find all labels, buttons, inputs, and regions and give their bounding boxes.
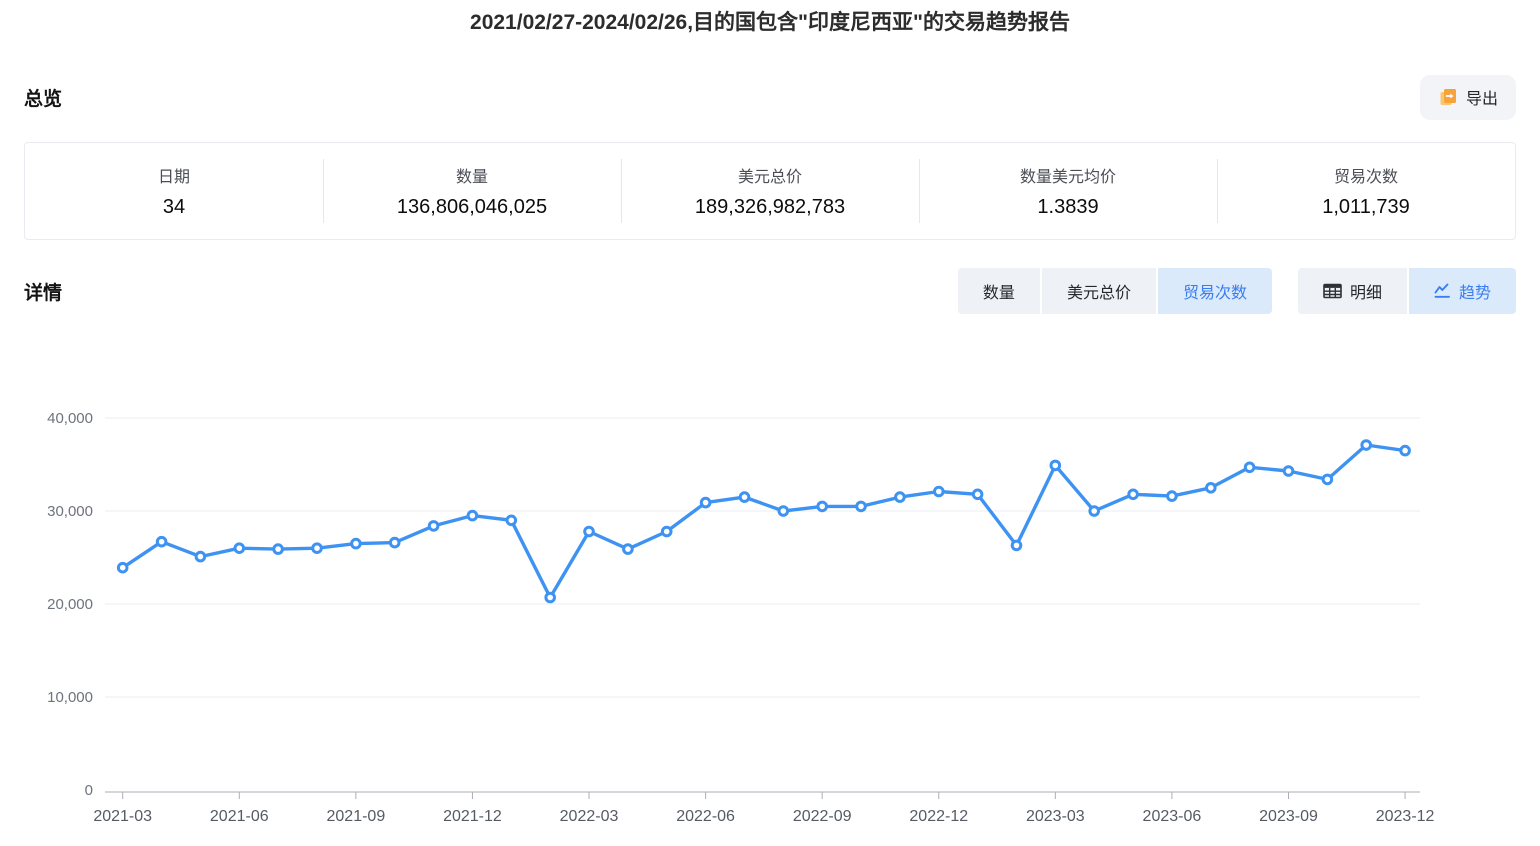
x-tick-label: 2023-03	[1026, 808, 1085, 825]
data-point[interactable]	[1051, 461, 1060, 470]
data-point[interactable]	[1362, 441, 1371, 450]
x-tick-label: 2023-09	[1259, 808, 1318, 825]
data-point[interactable]	[235, 544, 244, 553]
x-tick-label: 2022-06	[676, 808, 735, 825]
x-tick-label: 2021-03	[93, 808, 152, 825]
data-point[interactable]	[390, 538, 399, 547]
detail-heading: 详情	[24, 278, 62, 305]
stat-date-count: 日期 34	[25, 143, 323, 239]
tab-usd-total[interactable]: 美元总价	[1042, 268, 1156, 314]
stat-avg-usd-price: 数量美元均价 1.3839	[919, 143, 1217, 239]
x-tick-label: 2023-12	[1376, 808, 1435, 825]
stat-trade-count: 贸易次数 1,011,739	[1217, 143, 1515, 239]
export-button-label: 导出	[1466, 85, 1498, 109]
y-tick-label: 40,000	[47, 410, 93, 427]
trend-report-page: 2021/02/27-2024/02/26,目的国包含"印度尼西亚"的交易趋势报…	[0, 0, 1540, 846]
data-point[interactable]	[1012, 541, 1021, 550]
tab-detail-label: 明细	[1350, 279, 1382, 303]
x-tick-label: 2022-03	[560, 808, 619, 825]
data-point[interactable]	[701, 498, 710, 507]
data-point[interactable]	[157, 537, 166, 546]
stat-label: 日期	[158, 163, 190, 187]
overview-section-header: 总览 导出	[24, 74, 1516, 120]
stat-value: 34	[163, 196, 185, 219]
stat-label: 美元总价	[738, 163, 802, 187]
stat-usd-total: 美元总价 189,326,982,783	[621, 143, 919, 239]
data-point[interactable]	[1129, 490, 1138, 499]
data-point[interactable]	[429, 522, 438, 531]
overview-heading: 总览	[24, 84, 62, 111]
trend-line-icon	[1434, 283, 1451, 299]
data-point[interactable]	[857, 502, 866, 511]
data-point[interactable]	[779, 507, 788, 516]
overview-stats-card: 日期 34 数量 136,806,046,025 美元总价 189,326,98…	[24, 142, 1516, 240]
data-point[interactable]	[507, 516, 516, 525]
data-point[interactable]	[1207, 484, 1216, 493]
trend-chart-container: 0 10,000 20,000 30,000 40,000 2021-03 2021-06 2…	[24, 372, 1516, 834]
tab-trade-count[interactable]: 贸易次数	[1158, 268, 1272, 314]
tab-detail-view[interactable]: 明细	[1298, 268, 1407, 314]
data-point[interactable]	[1245, 463, 1254, 472]
y-tick-label: 0	[85, 782, 93, 799]
stat-value: 136,806,046,025	[397, 196, 547, 219]
data-point[interactable]	[624, 545, 633, 554]
stat-label: 数量	[456, 163, 488, 187]
tab-trend-view[interactable]: 趋势	[1409, 268, 1516, 314]
data-point[interactable]	[352, 539, 361, 548]
x-tick-label: 2021-12	[443, 808, 502, 825]
data-point[interactable]	[740, 493, 749, 502]
detail-section-header: 详情 数量 美元总价 贸易次数 明细	[24, 268, 1516, 314]
view-tab-group: 明细 趋势	[1298, 268, 1516, 314]
x-tick-label: 2021-09	[327, 808, 386, 825]
stat-label: 贸易次数	[1334, 163, 1398, 187]
stat-label: 数量美元均价	[1020, 163, 1116, 187]
y-tick-label: 30,000	[47, 503, 93, 520]
data-point[interactable]	[546, 593, 555, 602]
data-point[interactable]	[1323, 475, 1332, 484]
data-point[interactable]	[818, 502, 827, 511]
x-tick-label: 2022-12	[909, 808, 968, 825]
metric-tab-group: 数量 美元总价 贸易次数	[958, 268, 1272, 314]
trend-chart-svg[interactable]: 0 10,000 20,000 30,000 40,000 2021-03 2021-06 2…	[24, 372, 1516, 834]
data-point[interactable]	[1401, 446, 1410, 455]
data-point[interactable]	[274, 545, 283, 554]
trend-line	[123, 445, 1405, 598]
tab-quantity[interactable]: 数量	[958, 268, 1040, 314]
x-tick-label: 2021-06	[210, 808, 269, 825]
data-point[interactable]	[313, 544, 322, 553]
stat-value: 1.3839	[1037, 196, 1098, 219]
data-point[interactable]	[896, 493, 905, 502]
data-point[interactable]	[585, 527, 594, 536]
data-point[interactable]	[1090, 507, 1099, 516]
detail-tab-area: 数量 美元总价 贸易次数 明细	[958, 268, 1516, 314]
data-point[interactable]	[468, 511, 477, 520]
stat-value: 189,326,982,783	[695, 196, 845, 219]
data-point[interactable]	[118, 563, 127, 572]
data-point[interactable]	[1284, 467, 1293, 476]
data-point[interactable]	[973, 490, 982, 499]
tab-trend-label: 趋势	[1459, 279, 1491, 303]
stat-quantity: 数量 136,806,046,025	[323, 143, 621, 239]
y-tick-label: 20,000	[47, 596, 93, 613]
data-point[interactable]	[196, 552, 205, 561]
x-tick-label: 2022-09	[793, 808, 852, 825]
data-point[interactable]	[1168, 492, 1177, 501]
data-point[interactable]	[662, 527, 671, 536]
x-tick-label: 2023-06	[1143, 808, 1202, 825]
y-tick-label: 10,000	[47, 689, 93, 706]
data-point[interactable]	[935, 487, 944, 496]
page-title: 2021/02/27-2024/02/26,目的国包含"印度尼西亚"的交易趋势报…	[0, 0, 1540, 38]
export-document-arrow-icon	[1438, 87, 1458, 107]
export-button[interactable]: 导出	[1420, 75, 1516, 120]
table-icon	[1323, 283, 1342, 299]
stat-value: 1,011,739	[1322, 196, 1410, 219]
